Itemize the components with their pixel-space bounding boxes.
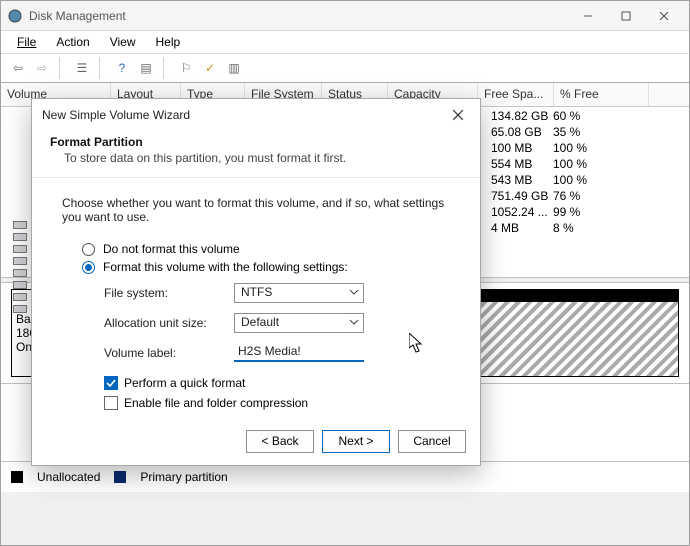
checkbox-icon (104, 396, 118, 410)
legend-primary-swatch (114, 471, 126, 483)
maximize-button[interactable] (607, 3, 645, 29)
dialog-title: New Simple Volume Wizard (42, 108, 190, 122)
radio-icon (82, 261, 95, 274)
dialog-heading: Format Partition (50, 135, 462, 149)
menu-view[interactable]: View (100, 35, 146, 49)
filesystem-label: File system: (104, 286, 234, 300)
show-hide-console-icon[interactable]: ☰ (71, 57, 93, 79)
radio-format-with-settings[interactable]: Format this volume with the following se… (82, 260, 450, 274)
menu-action[interactable]: Action (46, 35, 99, 49)
chevron-down-icon (349, 287, 359, 297)
volumelabel-input[interactable]: H2S Media! (234, 344, 364, 362)
filesystem-dropdown[interactable]: NTFS (234, 283, 364, 303)
quick-format-checkbox[interactable]: Perform a quick format (104, 376, 450, 390)
radio-icon (82, 243, 95, 256)
col-pctfree[interactable]: % Free (554, 83, 649, 106)
menubar: File Action View Help (1, 31, 689, 53)
menu-file[interactable]: File (7, 35, 46, 49)
help-icon[interactable]: ? (111, 57, 133, 79)
dialog-instruction: Choose whether you want to format this v… (62, 196, 450, 224)
close-button[interactable] (645, 3, 683, 29)
back-button[interactable]: ⇦ (7, 57, 29, 79)
dialog-close-button[interactable] (446, 103, 470, 127)
toolbar: ⇦ ⇨ ☰ ? ▤ ⚐ ✓ ▥ (1, 53, 689, 83)
cancel-button[interactable]: Cancel (398, 430, 466, 453)
legend-unalloc-swatch (11, 471, 23, 483)
wizard-dialog: New Simple Volume Wizard Format Partitio… (31, 98, 481, 466)
next-button[interactable]: Next > (322, 430, 390, 453)
radio-do-not-format[interactable]: Do not format this volume (82, 242, 450, 256)
check-icon[interactable]: ✓ (199, 57, 221, 79)
volumelabel-label: Volume label: (104, 346, 234, 360)
dialog-subheading: To store data on this partition, you mus… (64, 151, 462, 165)
properties-icon[interactable]: ▤ (135, 57, 157, 79)
forward-button[interactable]: ⇨ (31, 57, 53, 79)
back-button[interactable]: < Back (246, 430, 314, 453)
compression-checkbox[interactable]: Enable file and folder compression (104, 396, 450, 410)
col-freespace[interactable]: Free Spa... (478, 83, 554, 106)
window-title: Disk Management (29, 9, 569, 23)
allocation-dropdown[interactable]: Default (234, 313, 364, 333)
volume-icons (13, 221, 27, 313)
chevron-down-icon (349, 317, 359, 327)
visible-data-cells: 134.82 GB60 % 65.08 GB35 % 100 MB100 % 5… (491, 109, 593, 237)
list-icon[interactable]: ▥ (223, 57, 245, 79)
allocation-label: Allocation unit size: (104, 316, 234, 330)
disk-icon (7, 8, 23, 24)
minimize-button[interactable] (569, 3, 607, 29)
menu-help[interactable]: Help (146, 35, 191, 49)
refresh-icon[interactable]: ⚐ (175, 57, 197, 79)
checkbox-icon (104, 376, 118, 390)
